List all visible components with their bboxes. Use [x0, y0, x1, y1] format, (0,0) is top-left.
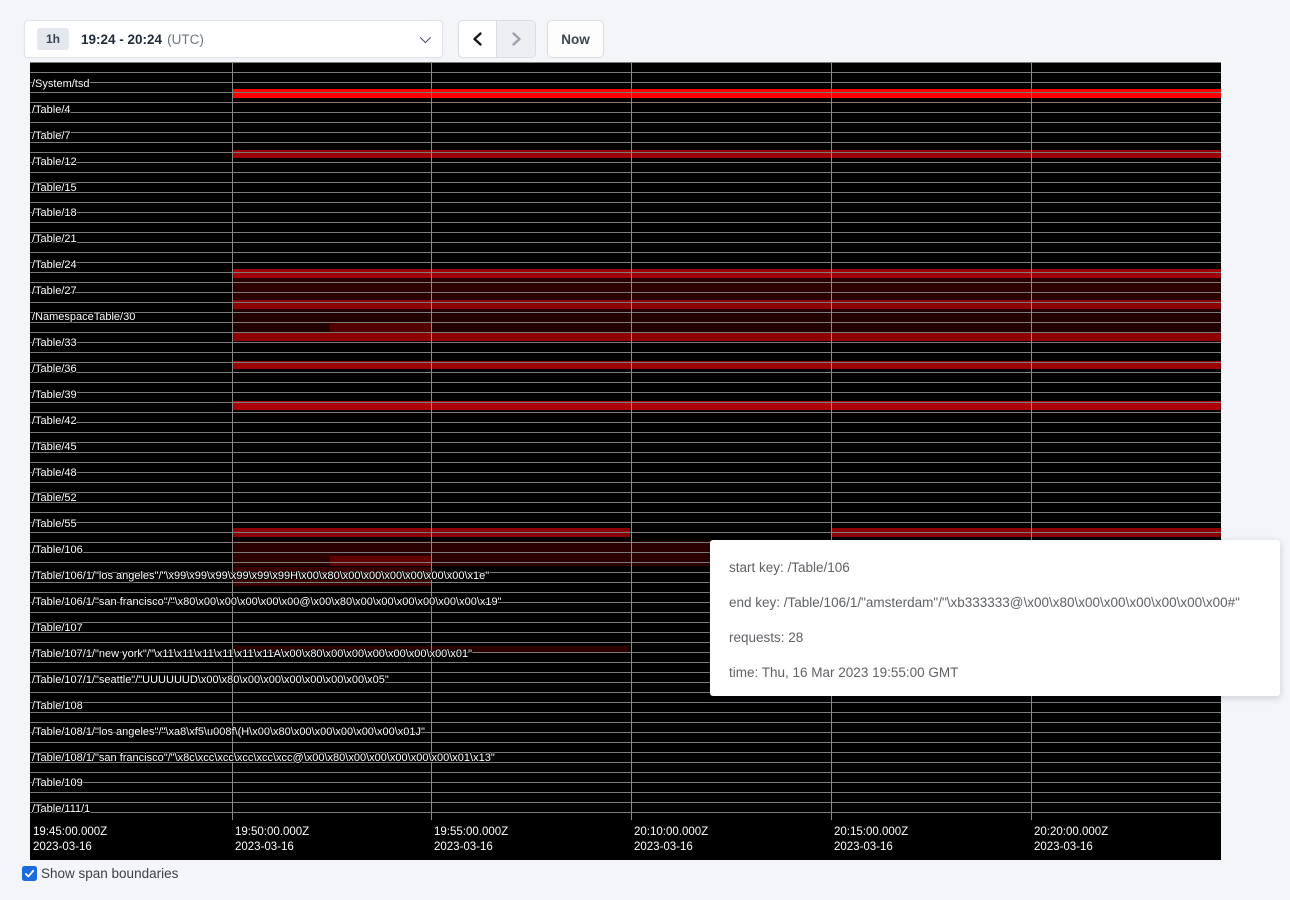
key-visualizer-heatmap[interactable]: /System/tsd/Table/4/Table/7/Table/12/Tab… [30, 62, 1221, 860]
time-range-text: 19:24 - 20:24 [81, 32, 162, 47]
time-range-badge: 1h [37, 28, 69, 50]
heat-band [232, 401, 1221, 410]
tooltip-start-key: start key: /Table/106 [729, 560, 1280, 575]
span-row-label: /Table/4 [32, 104, 71, 116]
time-axis-tick: 19:55:00.000Z2023-03-16 [431, 825, 508, 855]
span-row-label: /Table/108 [32, 700, 83, 712]
toolbar: 1h 19:24 - 20:24 (UTC) Now [24, 20, 604, 58]
now-button[interactable]: Now [547, 20, 604, 58]
span-row-label: /Table/7 [32, 130, 71, 142]
span-row-label: /Table/52 [32, 492, 77, 504]
span-row-label: /Table/108/1/"san francisco"/"\x8c\xcc\x… [32, 752, 495, 764]
span-row-label: /Table/106 [32, 544, 83, 556]
tooltip-end-key: end key: /Table/106/1/"amsterdam"/"\xb33… [729, 595, 1280, 610]
span-row-label: /Table/111/1 [32, 803, 90, 815]
span-row-label: /Table/27 [32, 285, 77, 297]
span-row-label: /Table/109 [32, 777, 83, 789]
time-range-dropdown[interactable]: 1h 19:24 - 20:24 (UTC) [24, 20, 443, 58]
span-row-label: /Table/24 [32, 259, 77, 271]
heat-band [330, 323, 431, 332]
time-gridline [631, 63, 632, 820]
chevron-left-icon [470, 31, 486, 47]
heat-band [232, 89, 1221, 98]
span-row-label: /Table/45 [32, 441, 77, 453]
previous-interval-button[interactable] [459, 21, 497, 57]
span-row-label: /Table/48 [32, 467, 77, 479]
span-row-label: /Table/107/1/"new york"/"\x11\x11\x11\x1… [32, 648, 472, 660]
time-gridline [831, 63, 832, 820]
span-row-label: /System/tsd [32, 78, 89, 90]
span-row-label: /NamespaceTable/30 [32, 311, 135, 323]
heat-band [232, 269, 1221, 278]
time-axis-tick: 19:45:00.000Z2023-03-16 [30, 825, 107, 855]
show-span-boundaries-checkbox[interactable] [22, 866, 37, 881]
span-row-label: /Table/15 [32, 182, 77, 194]
heat-band [330, 556, 431, 566]
chevron-right-icon [508, 31, 524, 47]
span-row-label: /Table/108/1/"los angeles"/"\xa8\xf5\u00… [32, 726, 425, 738]
span-row-label: /Table/107/1/"seattle"/"UUUUUUD\x00\x80\… [32, 674, 389, 686]
heat-band [232, 278, 1221, 300]
heat-band [232, 300, 1221, 309]
span-row-label: /Table/106/1/"los angeles"/"\x99\x99\x99… [32, 570, 489, 582]
time-axis-tick: 20:20:00.000Z2023-03-16 [1031, 825, 1108, 855]
check-icon [24, 868, 35, 879]
span-row-label: /Table/12 [32, 156, 77, 168]
span-row-label: /Table/33 [32, 337, 77, 349]
span-row-label: /Table/39 [32, 389, 77, 401]
time-axis-tick: 20:10:00.000Z2023-03-16 [631, 825, 708, 855]
time-axis-tick: 20:15:00.000Z2023-03-16 [831, 825, 908, 855]
next-interval-button[interactable] [497, 21, 535, 57]
span-row-label: /Table/55 [32, 518, 77, 530]
show-span-boundaries-label: Show span boundaries [41, 866, 178, 881]
chevron-down-icon [420, 32, 431, 43]
time-gridline [431, 63, 432, 820]
span-boundary-lines [30, 63, 1221, 820]
footer: Show span boundaries [22, 866, 178, 881]
heat-band [232, 333, 1221, 341]
span-tooltip: start key: /Table/106 end key: /Table/10… [710, 540, 1280, 696]
span-row-label: /Table/21 [32, 233, 77, 245]
time-axis-tick: 19:50:00.000Z2023-03-16 [232, 825, 309, 855]
tooltip-requests: requests: 28 [729, 630, 1280, 645]
span-row-label: /Table/18 [32, 207, 77, 219]
heatmap-plot-area[interactable]: /System/tsd/Table/4/Table/7/Table/12/Tab… [30, 62, 1221, 820]
span-row-label: /Table/107 [32, 622, 83, 634]
time-gridline [1031, 63, 1032, 820]
time-gridline [232, 63, 233, 820]
heat-band [831, 528, 1221, 537]
span-row-label: /Table/36 [32, 363, 77, 375]
span-row-label: /Table/106/1/"san francisco"/"\x80\x00\x… [32, 596, 502, 608]
time-axis: 19:45:00.000Z2023-03-16 19:50:00.000Z2023… [30, 820, 1221, 860]
heat-band [232, 150, 1221, 158]
time-nav-group [458, 20, 536, 58]
heat-band [232, 541, 712, 566]
span-row-label: /Table/42 [32, 415, 77, 427]
tooltip-time: time: Thu, 16 Mar 2023 19:55:00 GMT [729, 665, 1280, 680]
heat-band [232, 361, 1221, 369]
time-range-timezone: (UTC) [167, 32, 204, 47]
